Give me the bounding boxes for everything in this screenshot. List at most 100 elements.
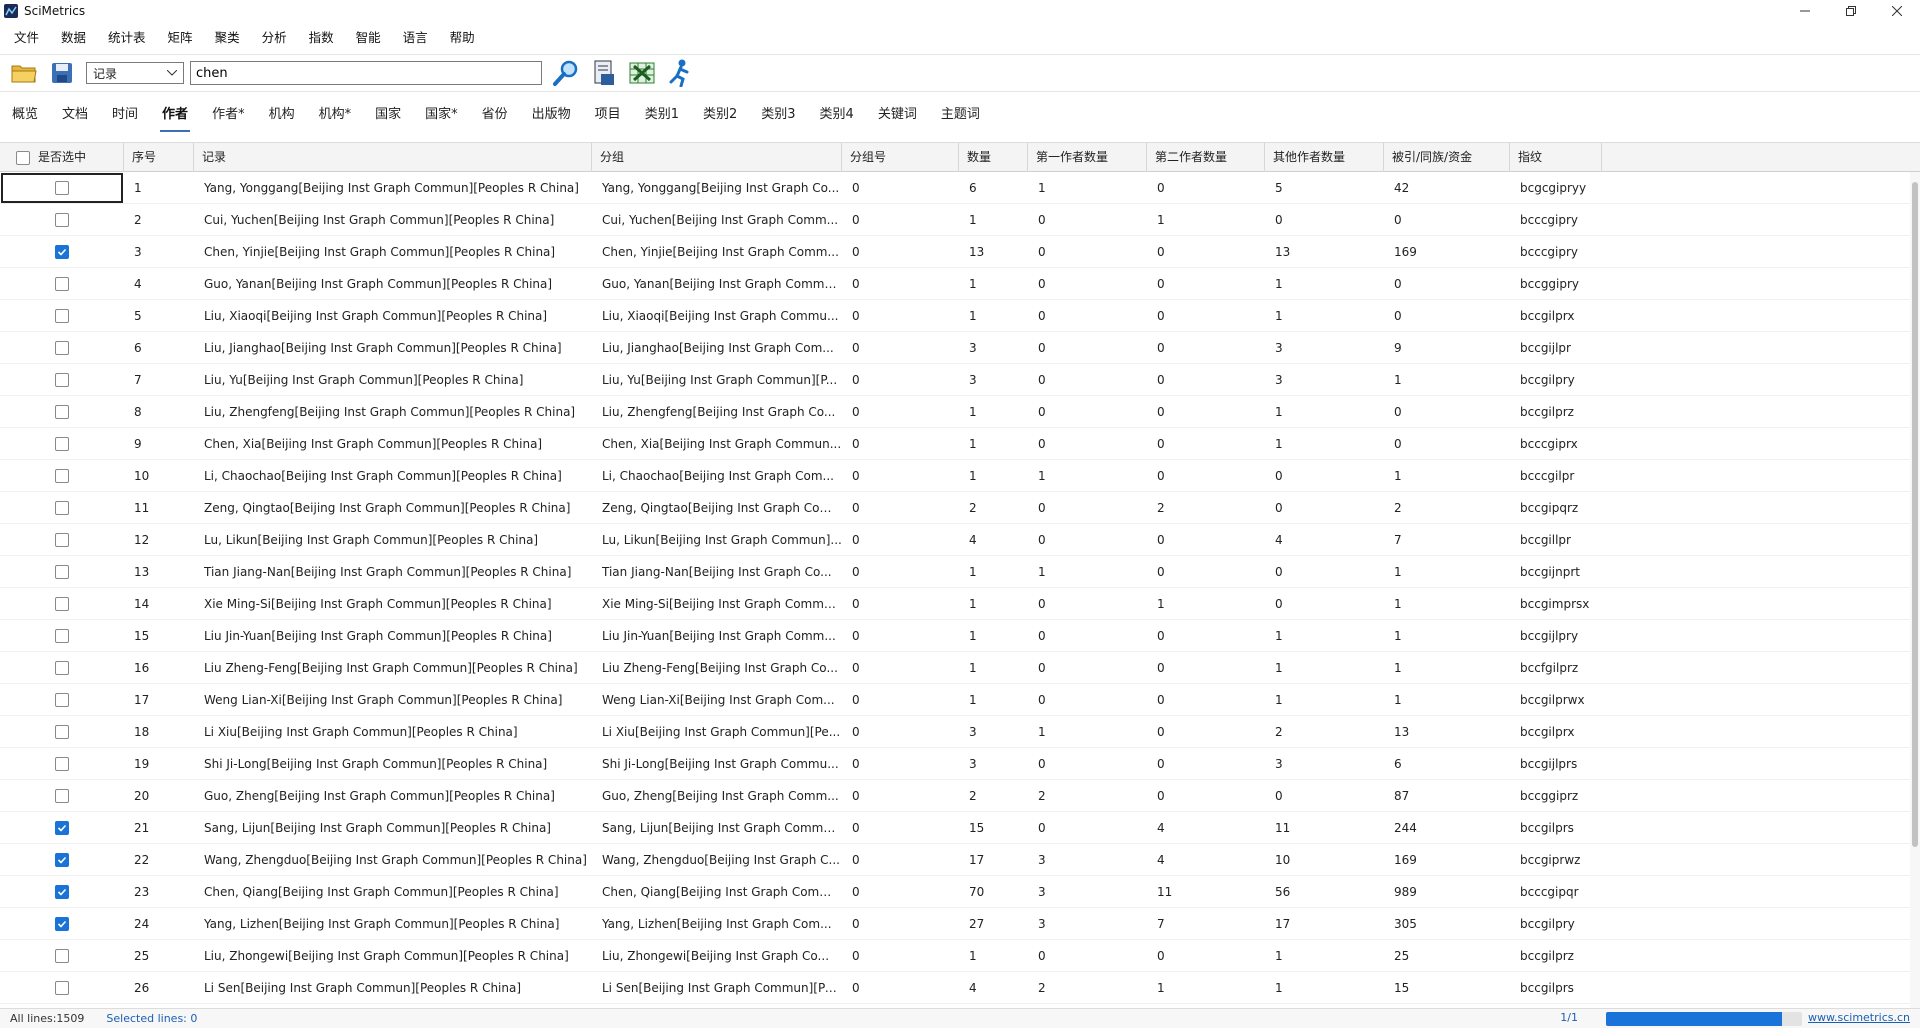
header-group-no[interactable]: 分组号	[842, 143, 959, 172]
save-button[interactable]	[48, 59, 76, 87]
table-row[interactable]: 15 Liu Jin-Yuan[Beijing Inst Graph Commun…	[0, 620, 1920, 652]
table-row[interactable]: 25 Liu, Zhongewi[Beijing Inst Graph Commu…	[0, 940, 1920, 972]
search-input[interactable]	[190, 61, 542, 85]
table-row[interactable]: 6 Liu, Jianghao[Beijing Inst Graph Commun…	[0, 332, 1920, 364]
row-select-checkbox[interactable]	[55, 373, 69, 387]
tab-6[interactable]: 机构*	[307, 92, 364, 140]
menu-file[interactable]: 文件	[0, 24, 50, 52]
minimize-button[interactable]	[1782, 0, 1828, 22]
open-folder-button[interactable]	[10, 59, 38, 87]
menu-stat-table[interactable]: 统计表	[97, 24, 157, 52]
export-excel-button[interactable]	[628, 59, 656, 87]
tab-12[interactable]: 类别1	[633, 92, 691, 140]
table-row[interactable]: 14 Xie Ming-Si[Beijing Inst Graph Commun]…	[0, 588, 1920, 620]
table-row[interactable]: 21 Sang, Lijun[Beijing Inst Graph Commun]…	[0, 812, 1920, 844]
header-group[interactable]: 分组	[592, 143, 842, 172]
row-select-checkbox[interactable]	[55, 533, 69, 547]
row-select-checkbox[interactable]	[55, 757, 69, 771]
row-select-checkbox[interactable]	[55, 469, 69, 483]
search-button[interactable]	[552, 59, 580, 87]
tab-14[interactable]: 类别3	[749, 92, 807, 140]
table-row[interactable]: 10 Li, Chaochao[Beijing Inst Graph Commun…	[0, 460, 1920, 492]
row-select-checkbox[interactable]	[55, 821, 69, 835]
row-select-checkbox[interactable]	[55, 565, 69, 579]
header-record[interactable]: 记录	[194, 143, 592, 172]
row-select-checkbox[interactable]	[55, 213, 69, 227]
tab-4[interactable]: 作者*	[200, 92, 257, 140]
row-select-checkbox[interactable]	[55, 885, 69, 899]
table-row[interactable]: 7 Liu, Yu[Beijing Inst Graph Commun][Peop…	[0, 364, 1920, 396]
search-field-select[interactable]: 记录	[86, 62, 184, 84]
menu-cluster[interactable]: 聚类	[204, 24, 251, 52]
tab-3[interactable]: 作者	[150, 92, 200, 140]
row-select-checkbox[interactable]	[55, 501, 69, 515]
table-row[interactable]: 12 Lu, Likun[Beijing Inst Graph Commun][P…	[0, 524, 1920, 556]
restore-button[interactable]	[1828, 0, 1874, 22]
header-second-author[interactable]: 第二作者数量	[1147, 143, 1265, 172]
table-row[interactable]: 18 Li Xiu[Beijing Inst Graph Commun][Peop…	[0, 716, 1920, 748]
vertical-scrollbar[interactable]	[1910, 172, 1920, 1008]
header-seq[interactable]: 序号	[124, 143, 194, 172]
tab-17[interactable]: 主题词	[929, 92, 992, 140]
tab-2[interactable]: 时间	[100, 92, 150, 140]
row-select-checkbox[interactable]	[55, 277, 69, 291]
header-first-author[interactable]: 第一作者数量	[1028, 143, 1147, 172]
tab-5[interactable]: 机构	[257, 92, 307, 140]
menu-matrix[interactable]: 矩阵	[157, 24, 204, 52]
tab-8[interactable]: 国家*	[413, 92, 470, 140]
menu-intelligent[interactable]: 智能	[345, 24, 392, 52]
table-row[interactable]: 16 Liu Zheng-Feng[Beijing Inst Graph Comm…	[0, 652, 1920, 684]
scrollbar-thumb[interactable]	[1912, 182, 1918, 847]
header-other-author[interactable]: 其他作者数量	[1265, 143, 1384, 172]
row-select-checkbox[interactable]	[55, 853, 69, 867]
row-select-checkbox[interactable]	[55, 789, 69, 803]
row-select-checkbox[interactable]	[55, 917, 69, 931]
select-all-checkbox[interactable]	[16, 150, 30, 165]
menu-language[interactable]: 语言	[392, 24, 439, 52]
table-row[interactable]: 22 Wang, Zhengduo[Beijing Inst Graph Comm…	[0, 844, 1920, 876]
tab-11[interactable]: 项目	[583, 92, 633, 140]
table-row[interactable]: 9 Chen, Xia[Beijing Inst Graph Commun][Pe…	[0, 428, 1920, 460]
row-select-checkbox[interactable]	[55, 245, 69, 259]
table-row[interactable]: 13 Tian Jiang-Nan[Beijing Inst Graph Comm…	[0, 556, 1920, 588]
table-row[interactable]: 11 Zeng, Qingtao[Beijing Inst Graph Commu…	[0, 492, 1920, 524]
tab-9[interactable]: 省份	[470, 92, 520, 140]
header-citations[interactable]: 被引/同族/资金	[1384, 143, 1510, 172]
row-select-checkbox[interactable]	[55, 597, 69, 611]
website-link[interactable]: www.scimetrics.cn	[1808, 1011, 1910, 1024]
table-row[interactable]: 1 Yang, Yonggang[Beijing Inst Graph Commu…	[0, 172, 1920, 204]
tab-0[interactable]: 概览	[0, 92, 50, 140]
close-button[interactable]	[1874, 0, 1920, 22]
header-count[interactable]: 数量	[959, 143, 1028, 172]
row-select-checkbox[interactable]	[55, 309, 69, 323]
table-row[interactable]: 2 Cui, Yuchen[Beijing Inst Graph Commun][…	[0, 204, 1920, 236]
row-select-checkbox[interactable]	[55, 949, 69, 963]
tab-16[interactable]: 关键词	[866, 92, 929, 140]
table-row[interactable]: 24 Yang, Lizhen[Beijing Inst Graph Commun…	[0, 908, 1920, 940]
table-row[interactable]: 17 Weng Lian-Xi[Beijing Inst Graph Commun…	[0, 684, 1920, 716]
tab-7[interactable]: 国家	[363, 92, 413, 140]
table-row[interactable]: 26 Li Sen[Beijing Inst Graph Commun][Peop…	[0, 972, 1920, 1004]
row-select-checkbox[interactable]	[55, 725, 69, 739]
header-fingerprint[interactable]: 指纹	[1510, 143, 1602, 172]
row-select-checkbox[interactable]	[55, 629, 69, 643]
table-row[interactable]: 3 Chen, Yinjie[Beijing Inst Graph Commun]…	[0, 236, 1920, 268]
table-row[interactable]: 8 Liu, Zhengfeng[Beijing Inst Graph Commu…	[0, 396, 1920, 428]
row-select-checkbox[interactable]	[55, 693, 69, 707]
export-document-button[interactable]	[590, 59, 618, 87]
table-row[interactable]: 4 Guo, Yanan[Beijing Inst Graph Commun][P…	[0, 268, 1920, 300]
menu-index[interactable]: 指数	[298, 24, 345, 52]
table-row[interactable]: 19 Shi Ji-Long[Beijing Inst Graph Commun]…	[0, 748, 1920, 780]
run-button[interactable]	[666, 59, 694, 87]
tab-10[interactable]: 出版物	[520, 92, 583, 140]
table-row[interactable]: 23 Chen, Qiang[Beijing Inst Graph Commun]…	[0, 876, 1920, 908]
row-select-checkbox[interactable]	[55, 437, 69, 451]
tab-1[interactable]: 文档	[50, 92, 100, 140]
row-select-checkbox[interactable]	[55, 981, 69, 995]
row-select-checkbox[interactable]	[55, 181, 69, 195]
menu-analysis[interactable]: 分析	[251, 24, 298, 52]
tab-13[interactable]: 类别2	[691, 92, 749, 140]
tab-15[interactable]: 类别4	[808, 92, 866, 140]
row-select-checkbox[interactable]	[55, 661, 69, 675]
menu-help[interactable]: 帮助	[439, 24, 486, 52]
